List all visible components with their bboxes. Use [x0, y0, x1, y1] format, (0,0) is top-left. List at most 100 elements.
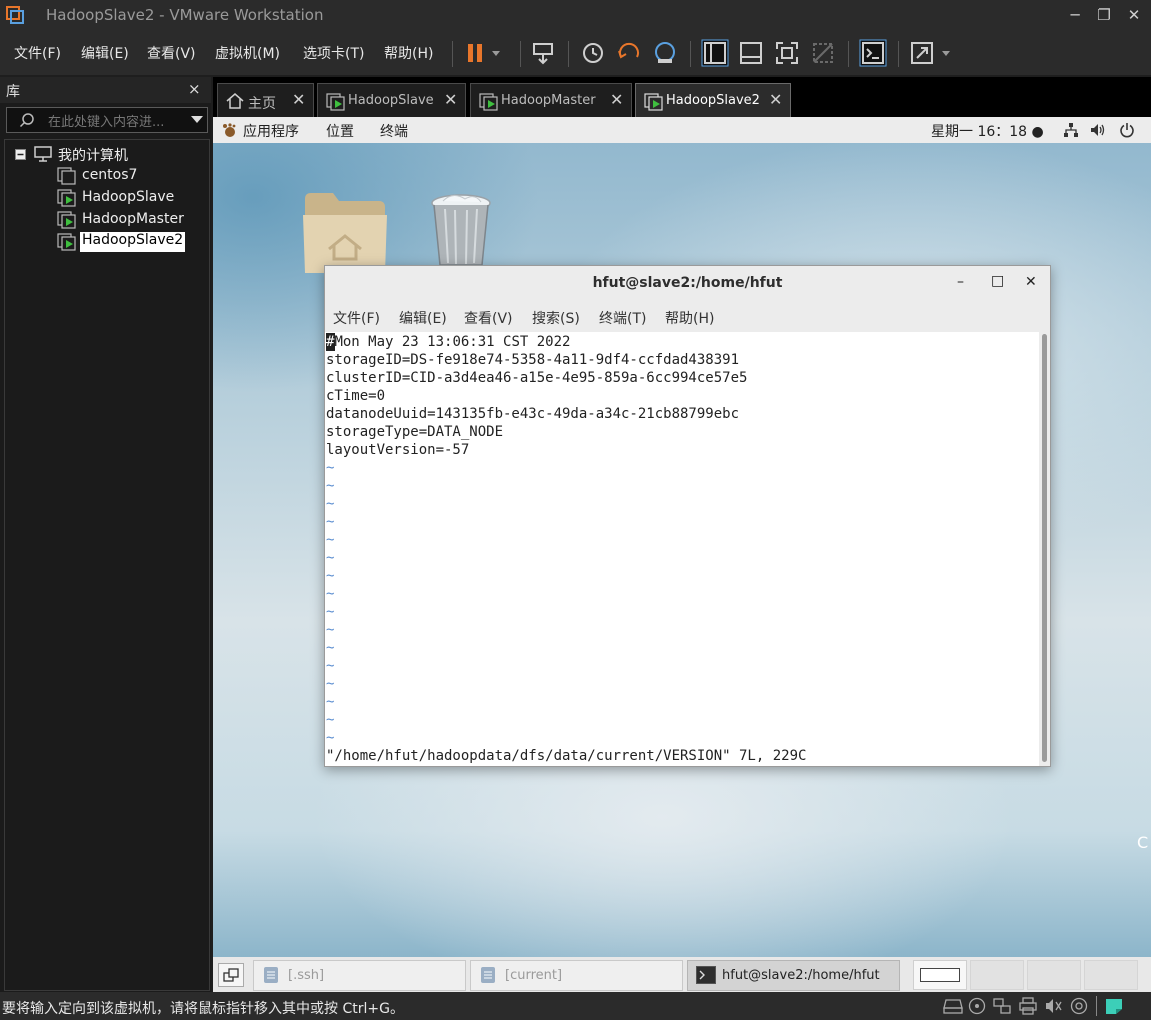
collapse-toggle-icon[interactable]: [15, 149, 26, 160]
tilde-empty-line: ~: [326, 514, 335, 530]
chevron-down-icon[interactable]: [191, 116, 203, 124]
message-log-icon[interactable]: [1104, 997, 1124, 1015]
tree-root-my-computer[interactable]: 我的计算机: [58, 145, 128, 165]
terminal-menu-view[interactable]: 查看(V): [464, 308, 513, 328]
tab-home[interactable]: 主页 ✕: [217, 83, 314, 118]
send-ctrl-alt-del-icon[interactable]: [528, 39, 558, 67]
unity-icon[interactable]: [808, 39, 838, 67]
guest-display[interactable]: 应用程序 位置 终端 星期一 16：18 ● C hfut@slave2:/ho…: [213, 117, 1151, 957]
places-menu[interactable]: 位置: [326, 121, 354, 141]
hard-disk-icon[interactable]: [943, 998, 963, 1014]
taskbar-item-ssh[interactable]: [.ssh]: [253, 960, 466, 991]
menu-edit[interactable]: 编辑(E): [81, 43, 129, 63]
file-line: #Mon May 23 13:06:31 CST 2022: [326, 333, 570, 351]
terminal-menu[interactable]: 终端: [380, 121, 408, 141]
close-button[interactable]: ✕: [1122, 4, 1146, 26]
terminal-menu-file[interactable]: 文件(F): [333, 308, 380, 328]
workspace-3[interactable]: [1027, 960, 1081, 990]
trash-icon[interactable]: [429, 193, 493, 269]
network-adapter-icon[interactable]: [992, 997, 1012, 1015]
terminal-menu-terminal[interactable]: 终端(T): [599, 308, 646, 328]
tilde-empty-line: ~: [326, 712, 335, 728]
workspace-4[interactable]: [1084, 960, 1138, 990]
search-input[interactable]: 在此处键入内容进...: [48, 111, 164, 130]
show-library-icon[interactable]: [700, 39, 730, 67]
cd-dvd-icon[interactable]: [968, 997, 986, 1015]
tab-label: HadoopMaster: [501, 93, 596, 108]
tilde-empty-line: ~: [326, 604, 335, 620]
terminal-menu-search[interactable]: 搜索(S): [532, 308, 580, 328]
network-icon[interactable]: [1063, 122, 1079, 138]
power-icon[interactable]: [1119, 122, 1135, 138]
file-line-text: Mon May 23 13:06:31 CST 2022: [334, 334, 571, 350]
tree-item-hadoopslave2-selected[interactable]: HadoopSlave2: [80, 232, 186, 252]
tab-hadoopslave2-active[interactable]: HadoopSlave2 ✕: [635, 83, 791, 118]
toolbar-separator: [520, 41, 521, 67]
snapshot-manager-icon[interactable]: [650, 39, 680, 67]
tab-close-icon[interactable]: ✕: [444, 90, 457, 109]
full-screen-icon[interactable]: [772, 39, 802, 67]
toolbar-separator: [690, 41, 691, 67]
terminal-menu-edit[interactable]: 编辑(E): [399, 308, 447, 328]
volume-icon[interactable]: [1090, 122, 1106, 138]
window-title: HadoopSlave2 - VMware Workstation: [46, 6, 324, 24]
minimize-button[interactable]: ─: [1063, 4, 1087, 26]
taskbar-item-terminal-active[interactable]: hfut@slave2:/home/hfut: [687, 960, 900, 991]
menu-file[interactable]: 文件(F): [14, 43, 61, 63]
tab-close-icon[interactable]: ✕: [769, 90, 782, 109]
status-message: 要将输入定向到该虚拟机，请将鼠标指针移入其中或按 Ctrl+G。: [2, 1001, 404, 1017]
tilde-empty-line: ~: [326, 460, 335, 476]
terminal-minimize-button[interactable]: –: [957, 274, 964, 290]
snapshot-icon[interactable]: [578, 39, 608, 67]
suspend-icon[interactable]: [462, 39, 504, 67]
tab-bar: 主页 ✕ HadoopSlave ✕ HadoopMaster ✕ Hadoop…: [213, 77, 1151, 118]
clock[interactable]: 星期一 16：18 ●: [931, 121, 1044, 141]
tree-item-hadoopslave[interactable]: HadoopSlave: [82, 189, 174, 209]
terminal-scrollbar[interactable]: [1039, 332, 1050, 766]
tilde-empty-line: ~: [326, 658, 335, 674]
console-view-icon[interactable]: [858, 39, 888, 67]
terminal-menu-help[interactable]: 帮助(H): [665, 308, 714, 328]
revert-snapshot-icon[interactable]: [614, 39, 644, 67]
library-search-box[interactable]: 在此处键入内容进...: [6, 107, 208, 133]
tab-close-icon[interactable]: ✕: [292, 90, 305, 109]
sound-card-icon[interactable]: [1044, 997, 1064, 1015]
tree-item-hadoopmaster[interactable]: HadoopMaster: [82, 211, 184, 231]
tilde-empty-line: ~: [326, 586, 335, 602]
menu-view[interactable]: 查看(V): [147, 43, 196, 63]
vim-status-line: "/home/hfut/hadoopdata/dfs/data/current/…: [326, 748, 807, 764]
tilde-empty-line: ~: [326, 622, 335, 638]
terminal-close-button[interactable]: ✕: [1025, 274, 1037, 290]
taskbar-item-current[interactable]: [current]: [470, 960, 683, 991]
file-manager-icon: [481, 967, 495, 983]
tree-item-centos7[interactable]: centos7: [82, 167, 137, 187]
library-title: 库: [6, 84, 20, 100]
toolbar-separator: [452, 41, 453, 67]
toolbar-separator: [898, 41, 899, 67]
menu-vm[interactable]: 虚拟机(M): [215, 43, 280, 63]
tab-hadoopslave[interactable]: HadoopSlave ✕: [317, 83, 466, 118]
tab-close-icon[interactable]: ✕: [610, 90, 623, 109]
terminal-maximize-button[interactable]: □: [991, 273, 1004, 289]
workspace-2[interactable]: [970, 960, 1024, 990]
menu-tabs[interactable]: 选项卡(T): [303, 43, 364, 63]
thumbnail-bar-icon[interactable]: [736, 39, 766, 67]
restore-button[interactable]: ❐: [1092, 4, 1116, 26]
scrollbar-thumb[interactable]: [1042, 334, 1047, 762]
library-close-button[interactable]: ×: [188, 80, 201, 98]
toolbar-separator: [848, 41, 849, 67]
workspace-1[interactable]: [913, 960, 967, 990]
terminal-window[interactable]: hfut@slave2:/home/hfut – □ ✕ 文件(F) 编辑(E)…: [324, 265, 1051, 767]
usb-device-icon[interactable]: [1070, 997, 1088, 1015]
tab-hadoopmaster[interactable]: HadoopMaster ✕: [470, 83, 632, 118]
menu-help[interactable]: 帮助(H): [384, 43, 433, 63]
vm-running-icon: [57, 211, 76, 229]
stretch-guest-icon[interactable]: [908, 39, 956, 67]
taskbar-item-label: [.ssh]: [288, 968, 325, 983]
printer-icon[interactable]: [1018, 997, 1038, 1015]
show-desktop-icon[interactable]: [218, 963, 244, 987]
terminal-content[interactable]: #Mon May 23 13:06:31 CST 2022 storageID=…: [325, 332, 1039, 766]
applications-menu[interactable]: 应用程序: [243, 121, 299, 141]
vm-off-icon: [57, 167, 76, 185]
tilde-empty-line: ~: [326, 532, 335, 548]
